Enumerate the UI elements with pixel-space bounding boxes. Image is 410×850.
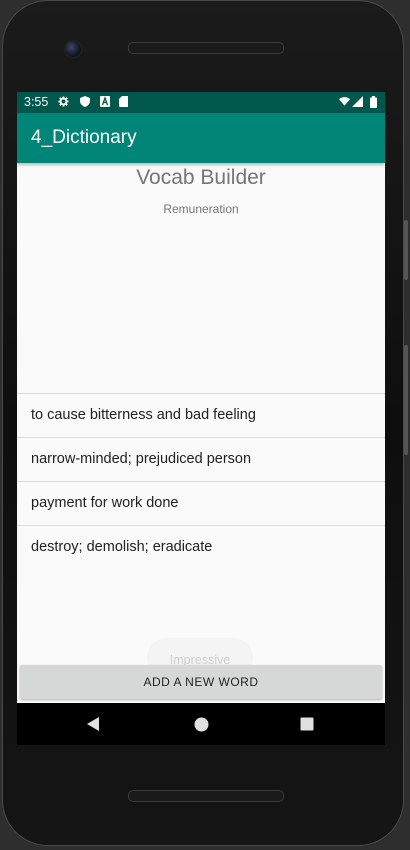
add-new-word-button[interactable]: ADD A NEW WORD [20, 665, 382, 699]
front-camera [64, 40, 82, 58]
sd-card-icon [118, 96, 129, 107]
app-toolbar: 4_Dictionary [17, 113, 385, 163]
toolbar-title: 4_Dictionary [31, 127, 137, 148]
navigation-bar [17, 703, 385, 745]
a-icon [99, 96, 110, 107]
top-speaker [128, 42, 284, 54]
battery-icon [368, 95, 379, 108]
status-time: 3:55 [24, 95, 49, 109]
bottom-speaker [128, 790, 284, 802]
settings-icon [58, 96, 69, 107]
home-icon[interactable] [191, 714, 211, 734]
wifi-icon [339, 96, 350, 107]
power-button [404, 220, 408, 280]
definition-list: to cause bitterness and bad feeling narr… [17, 393, 385, 569]
shield-icon [79, 96, 90, 107]
recents-icon[interactable] [297, 714, 317, 734]
list-item[interactable]: narrow-minded; prejudiced person [17, 437, 385, 481]
app-screen: 3:55 4_Dictionary Vocab Builder Remunera… [17, 92, 385, 703]
list-item[interactable]: destroy; demolish; eradicate [17, 525, 385, 569]
current-word: Remuneration [163, 202, 239, 216]
list-item[interactable]: payment for work done [17, 481, 385, 525]
volume-button [404, 345, 408, 455]
list-item[interactable]: to cause bitterness and bad feeling [17, 393, 385, 437]
back-icon[interactable] [83, 714, 103, 734]
page-title: Vocab Builder [136, 166, 266, 189]
status-bar: 3:55 [17, 92, 385, 113]
signal-icon [352, 96, 363, 107]
